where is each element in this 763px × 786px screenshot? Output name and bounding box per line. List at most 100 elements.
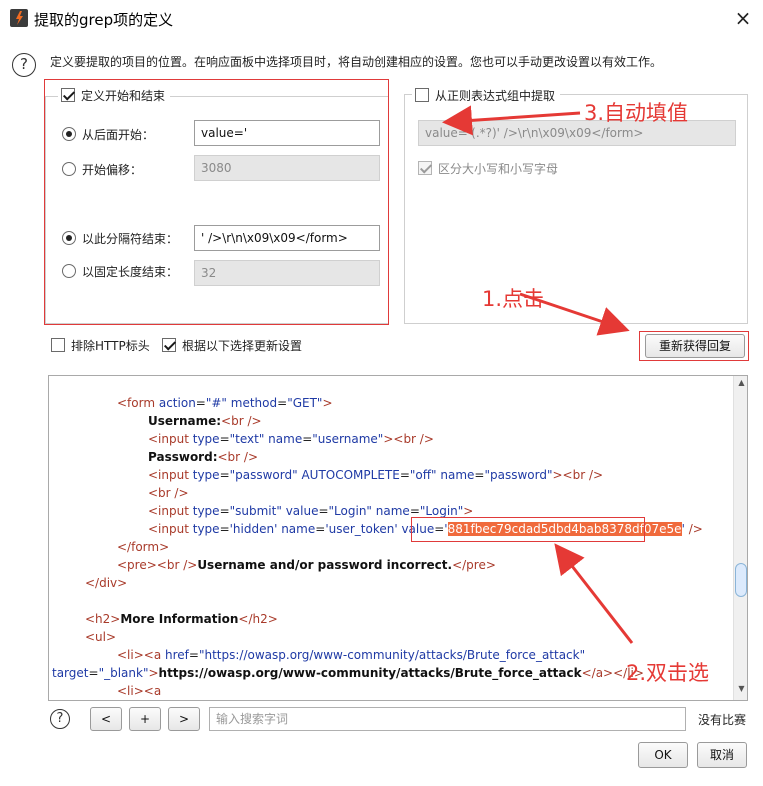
- code-tag: ><br />: [552, 468, 604, 482]
- code-tag: </div>: [85, 576, 128, 590]
- code-eq: =: [277, 396, 288, 410]
- code-attr: name: [264, 432, 303, 446]
- code-text: Password:: [148, 450, 218, 464]
- code-attr: href: [165, 648, 189, 662]
- cancel-button[interactable]: 取消: [697, 742, 747, 768]
- scroll-down-icon[interactable]: ▼: [734, 684, 747, 696]
- annotation-box-token: [411, 517, 645, 542]
- annotation-box-left-group: [44, 79, 389, 325]
- update-config-option[interactable]: 根据以下选择更新设置: [162, 336, 302, 354]
- code-eq: =: [88, 666, 99, 680]
- regex-legend[interactable]: 从正则表达式组中提取: [412, 86, 561, 104]
- code-line: <pre><br />Username and/or password inco…: [117, 556, 496, 574]
- code-text: Username and/or password incorrect.: [197, 558, 453, 572]
- code-line: <h2>More Information</h2>: [85, 610, 278, 628]
- code-attr: type: [192, 504, 220, 518]
- code-text: https://owasp.org/www-community/attacks/…: [158, 666, 582, 680]
- code-attr: name: [436, 468, 475, 482]
- refetch-response-button[interactable]: 重新获得回复: [645, 334, 745, 358]
- code-eq: =: [474, 468, 485, 482]
- window-title: 提取的grep项的定义: [34, 11, 174, 29]
- exclude-http-headers-checkbox[interactable]: [51, 338, 65, 352]
- code-text: Username:: [148, 414, 222, 428]
- code-line: Username:<br />: [148, 412, 262, 430]
- code-line: target="_blank">https://owasp.org/www-co…: [52, 664, 644, 682]
- code-val: "password": [229, 468, 298, 482]
- code-tag: <input: [148, 468, 193, 482]
- code-tag: </pre>: [452, 558, 496, 572]
- code-val: "Login": [328, 504, 372, 518]
- code-attr: name: [371, 504, 410, 518]
- code-tag: <input: [148, 504, 193, 518]
- code-tag: <h2>: [85, 612, 121, 626]
- code-tag: </h2>: [238, 612, 278, 626]
- ok-button[interactable]: OK: [638, 742, 688, 768]
- code-eq: =: [399, 468, 410, 482]
- code-eq: =: [302, 432, 313, 446]
- code-eq: =: [318, 504, 329, 518]
- code-attr: name: [277, 522, 316, 536]
- code-tag: >: [463, 504, 474, 518]
- code-tag: <input: [148, 522, 193, 536]
- code-val: "_blank": [98, 666, 149, 680]
- update-config-checkbox[interactable]: [162, 338, 176, 352]
- code-tag: <br />: [148, 486, 189, 500]
- update-config-label: 根据以下选择更新设置: [182, 338, 303, 353]
- case-sensitive-option[interactable]: 区分大小写和小写字母: [418, 159, 558, 177]
- code-tag: <pre>: [117, 558, 157, 572]
- next-match-button[interactable]: >: [168, 707, 200, 731]
- code-attr: type: [192, 468, 220, 482]
- code-tag: />: [684, 522, 703, 536]
- code-tag: </form>: [117, 540, 170, 554]
- code-tag: >: [148, 666, 159, 680]
- annotation-step1: 1.点击: [482, 287, 545, 311]
- close-icon[interactable]: ×: [730, 6, 756, 32]
- scroll-up-icon[interactable]: ▲: [734, 378, 747, 390]
- description-text: 定义要提取的项目的位置。在响应面板中选择项目时，将自动创建相应的设置。您也可以手…: [50, 55, 663, 69]
- code-line: </div>: [85, 574, 127, 592]
- vertical-scrollbar[interactable]: ▲ ▼: [733, 376, 747, 700]
- code-eq: =: [219, 432, 230, 446]
- code-tag: <a: [143, 648, 166, 662]
- code-eq: =: [188, 648, 199, 662]
- code-tag: ><br />: [383, 432, 434, 446]
- code-text: More Information: [120, 612, 239, 626]
- help-icon-bottom[interactable]: ?: [50, 709, 70, 729]
- previous-match-button[interactable]: <: [90, 707, 122, 731]
- code-attr: value: [281, 504, 319, 518]
- case-sensitive-label: 区分大小写和小写字母: [438, 161, 559, 176]
- code-line: <br />: [148, 484, 189, 502]
- code-tag: <li>: [117, 648, 144, 662]
- match-status: 没有比赛: [698, 713, 747, 727]
- case-sensitive-checkbox[interactable]: [418, 161, 432, 175]
- help-icon[interactable]: ?: [12, 53, 36, 77]
- code-tag: <br />: [221, 414, 262, 428]
- code-eq: =: [409, 504, 420, 518]
- code-tag: >: [322, 396, 333, 410]
- exclude-http-headers-option[interactable]: 排除HTTP标头: [51, 336, 150, 354]
- scroll-thumb[interactable]: [735, 563, 747, 597]
- code-tag: <form: [117, 396, 159, 410]
- add-search-button[interactable]: +: [129, 707, 161, 731]
- code-val: "GET": [287, 396, 323, 410]
- code-val: "#": [205, 396, 227, 410]
- regex-input[interactable]: value='(.*?)' />\r\n\x09\x09</form>: [418, 120, 736, 146]
- code-eq: =: [219, 504, 230, 518]
- annotation-step3: 3.自动填值: [584, 101, 689, 125]
- regex-checkbox[interactable]: [415, 88, 429, 102]
- code-val: "password": [484, 468, 553, 482]
- code-val: 'hidden': [229, 522, 278, 536]
- code-line: Password:<br />: [148, 448, 258, 466]
- code-val: "https://owasp.org/www-community/attacks…: [198, 648, 586, 662]
- code-tag: <li><a: [117, 684, 162, 698]
- code-val: "Login": [419, 504, 464, 518]
- code-eq: =: [219, 468, 230, 482]
- code-attr: target: [52, 666, 89, 680]
- search-input[interactable]: 输入搜索字词: [209, 707, 686, 731]
- code-tag: <input: [148, 432, 193, 446]
- code-line: <ul>: [85, 628, 116, 646]
- code-eq: =: [315, 522, 326, 536]
- exclude-http-headers-label: 排除HTTP标头: [71, 338, 150, 353]
- code-line: <li><a: [117, 682, 161, 700]
- code-attr: type: [192, 522, 220, 536]
